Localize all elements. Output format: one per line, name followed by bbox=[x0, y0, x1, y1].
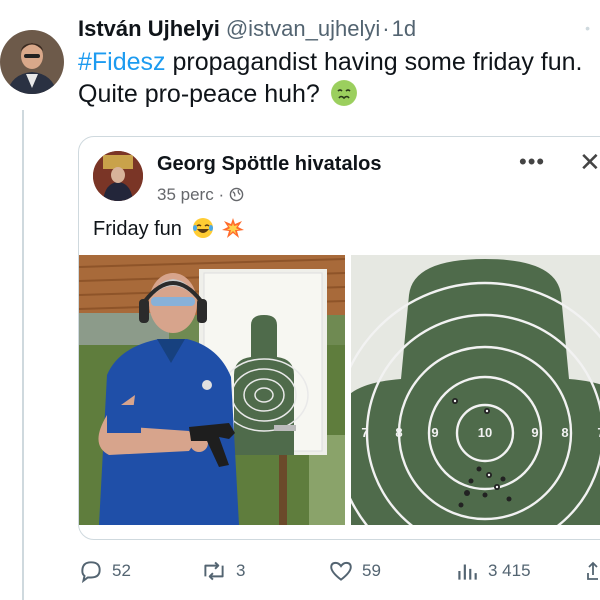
author-handle[interactable]: @istvan_ujhelyi bbox=[226, 14, 380, 44]
views-button[interactable]: 3 415 bbox=[454, 558, 531, 584]
ring-label-9-right: 9 bbox=[531, 425, 538, 440]
hashtag-link[interactable]: #Fidesz bbox=[78, 48, 166, 76]
tweet-actions: 52 3 59 3 415 bbox=[78, 558, 598, 588]
repost-button[interactable]: 3 bbox=[200, 558, 245, 584]
embedded-more-button[interactable]: ••• bbox=[519, 149, 545, 175]
ring-label-9-left: 9 bbox=[431, 425, 438, 440]
more-options-icon[interactable]: • bbox=[585, 20, 590, 36]
photo-shooter[interactable] bbox=[79, 255, 345, 525]
repost-icon bbox=[204, 561, 224, 581]
views-icon bbox=[458, 564, 477, 580]
reply-count: 52 bbox=[112, 561, 131, 580]
nauseated-face-emoji bbox=[330, 80, 357, 106]
views-count: 3 415 bbox=[488, 561, 531, 580]
ring-label-10: 10 bbox=[478, 425, 492, 440]
embedded-author-avatar bbox=[93, 151, 143, 201]
embedded-post-body: Friday fun bbox=[93, 218, 182, 240]
embedded-post-time: 35 perc bbox=[157, 185, 214, 204]
embedded-close-button[interactable]: ✕ bbox=[579, 147, 600, 178]
author-name[interactable]: István Ujhelyi bbox=[78, 14, 220, 44]
laughing-tears-emoji bbox=[192, 218, 213, 238]
tweet: István Ujhelyi @istvan_ujhelyi · 1d • #F… bbox=[78, 14, 600, 110]
tweet-time[interactable]: 1d bbox=[392, 14, 416, 44]
ring-label-7-left: 7 bbox=[361, 425, 368, 440]
repost-count: 3 bbox=[236, 561, 246, 580]
tweet-header: István Ujhelyi @istvan_ujhelyi · 1d bbox=[78, 14, 600, 44]
embedded-post-meta: 35 perc · bbox=[157, 185, 244, 207]
thread-line bbox=[22, 110, 24, 600]
share-button[interactable] bbox=[586, 558, 600, 584]
reply-button[interactable]: 52 bbox=[78, 558, 131, 584]
embedded-author-name[interactable]: Georg Spöttle hivatalos bbox=[157, 153, 381, 176]
embedded-post-separator: · bbox=[218, 185, 225, 204]
embedded-post-text: Friday fun bbox=[93, 217, 245, 241]
author-avatar[interactable] bbox=[0, 18, 64, 100]
photo-target[interactable]: 7 8 9 10 9 8 7 bbox=[351, 255, 600, 525]
heart-icon bbox=[330, 561, 352, 581]
globe-icon bbox=[229, 187, 244, 207]
embedded-facebook-post[interactable]: Georg Spöttle hivatalos 35 perc · ••• ✕ … bbox=[78, 136, 600, 540]
ring-label-8-right: 8 bbox=[561, 425, 568, 440]
collision-emoji bbox=[222, 218, 245, 238]
share-icon bbox=[587, 561, 598, 580]
tweet-text: #Fidesz propagandist having some friday … bbox=[78, 46, 598, 110]
reply-icon bbox=[81, 561, 101, 584]
like-button[interactable]: 59 bbox=[328, 558, 381, 584]
ring-label-8-left: 8 bbox=[395, 425, 402, 440]
like-count: 59 bbox=[362, 561, 381, 580]
header-separator: · bbox=[382, 16, 390, 41]
